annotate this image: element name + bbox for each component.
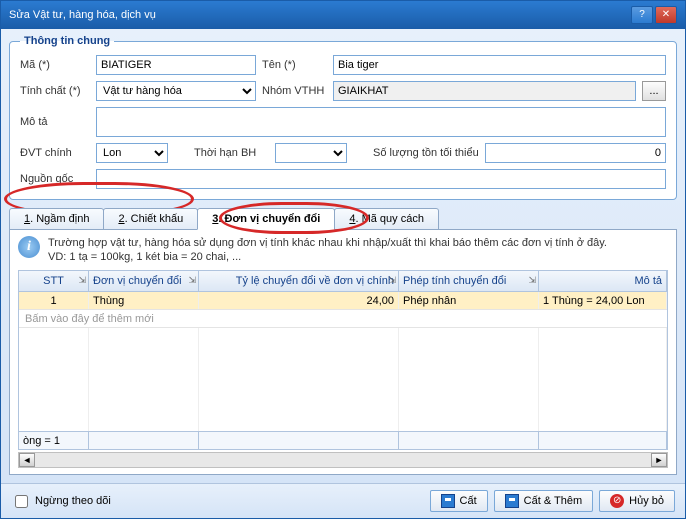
info-row: i Trường hợp vật tư, hàng hóa sử dụng đơ… bbox=[10, 230, 676, 270]
cancel-button[interactable]: ⊘ Hủy bỏ bbox=[599, 490, 675, 512]
tab-maquycach[interactable]: 4. Mã quy cách bbox=[334, 208, 439, 229]
tinhchat-select[interactable]: Vật tư hàng hóa bbox=[96, 81, 256, 101]
thbh-label: Thời hạn BH bbox=[194, 147, 269, 159]
tab-panel: i Trường hợp vật tư, hàng hóa sử dụng đơ… bbox=[9, 230, 677, 475]
col-stt[interactable]: STT⇲ bbox=[19, 271, 89, 291]
general-info-group: Thông tin chung Mã (*) Tên (*) Tính chất… bbox=[9, 35, 677, 200]
sltt-label: Số lượng tồn tối thiểu bbox=[373, 147, 479, 159]
titlebar: Sửa Vật tư, hàng hóa, dịch vụ ? ✕ bbox=[1, 1, 685, 29]
pin-icon: ⇲ bbox=[188, 275, 196, 286]
ma-label: Mã (*) bbox=[20, 59, 90, 71]
grid-status-bar: òng = 1 bbox=[19, 431, 667, 449]
window-title: Sửa Vật tư, hàng hóa, dịch vụ bbox=[9, 9, 629, 21]
col-dv[interactable]: Đơn vị chuyển đổi⇲ bbox=[89, 271, 199, 291]
info-icon: i bbox=[18, 236, 40, 258]
tab-strip: 1. Ngầm định 2. Chiết khấu 3. Đơn vị chu… bbox=[9, 208, 677, 230]
pin-icon: ⇲ bbox=[388, 275, 396, 286]
table-row[interactable]: 1 Thùng 24,00 Phép nhân 1 Thùng = 24,00 … bbox=[19, 292, 667, 310]
nguon-label: Nguồn gốc bbox=[20, 173, 90, 185]
tab-donvichuyendoi[interactable]: 3. Đơn vị chuyển đổi bbox=[197, 208, 335, 230]
stop-tracking-checkbox[interactable]: Ngừng theo dõi bbox=[11, 492, 111, 511]
ten-label: Tên (*) bbox=[262, 59, 327, 71]
save-icon bbox=[441, 494, 455, 508]
pin-icon: ⇲ bbox=[528, 275, 536, 286]
grid-empty bbox=[19, 328, 667, 431]
col-mt[interactable]: Mô tả bbox=[539, 271, 667, 291]
nhom-label: Nhóm VTHH bbox=[262, 85, 327, 97]
save-button[interactable]: Cất bbox=[430, 490, 488, 512]
tinhchat-label: Tính chất (*) bbox=[20, 85, 90, 97]
col-tl[interactable]: Tỷ lệ chuyển đổi về đơn vị chính⇲ bbox=[199, 271, 399, 291]
cell-pt[interactable]: Phép nhân bbox=[399, 292, 539, 309]
cell-dv[interactable]: Thùng bbox=[89, 292, 199, 309]
dialog-window: Sửa Vật tư, hàng hóa, dịch vụ ? ✕ Thông … bbox=[0, 0, 686, 519]
cell-mt[interactable]: 1 Thùng = 24,00 Lon bbox=[539, 292, 667, 309]
scroll-right-icon[interactable]: ► bbox=[651, 453, 667, 467]
dvt-select[interactable]: Lon bbox=[96, 143, 168, 163]
add-row-hint[interactable]: Bấm vào đây để thêm mới bbox=[19, 310, 667, 328]
horizontal-scrollbar[interactable]: ◄ ► bbox=[18, 452, 668, 468]
content-area: Thông tin chung Mã (*) Tên (*) Tính chất… bbox=[1, 29, 685, 483]
nguon-input[interactable] bbox=[96, 169, 666, 189]
tabs-container: 1. Ngầm định 2. Chiết khấu 3. Đơn vị chu… bbox=[9, 208, 677, 475]
group-legend: Thông tin chung bbox=[20, 35, 114, 47]
dvt-label: ĐVT chính bbox=[20, 147, 90, 159]
cancel-icon: ⊘ bbox=[610, 494, 624, 508]
scroll-left-icon[interactable]: ◄ bbox=[19, 453, 35, 467]
sltt-input[interactable] bbox=[485, 143, 666, 163]
stop-tracking-input[interactable] bbox=[15, 495, 28, 508]
info-text: Trường hợp vật tư, hàng hóa sử dụng đơn … bbox=[48, 236, 607, 264]
footer-bar: Ngừng theo dõi Cất Cất & Thêm ⊘ Hủy bỏ bbox=[1, 483, 685, 518]
pin-icon: ⇲ bbox=[78, 275, 86, 286]
mota-label: Mô tả bbox=[20, 116, 90, 128]
tab-ngamdinh[interactable]: 1. Ngầm định bbox=[9, 208, 104, 229]
mota-input[interactable] bbox=[96, 107, 666, 137]
status-text: òng = 1 bbox=[19, 432, 89, 449]
nhom-browse-button[interactable]: ... bbox=[642, 81, 666, 101]
col-pt[interactable]: Phép tính chuyển đổi⇲ bbox=[399, 271, 539, 291]
thbh-select[interactable] bbox=[275, 143, 347, 163]
cell-stt[interactable]: 1 bbox=[19, 292, 89, 309]
ten-input[interactable] bbox=[333, 55, 666, 75]
save-icon bbox=[505, 494, 519, 508]
ma-input[interactable] bbox=[96, 55, 256, 75]
save-and-add-button[interactable]: Cất & Thêm bbox=[494, 490, 594, 512]
grid-header: STT⇲ Đơn vị chuyển đổi⇲ Tỷ lệ chuyển đổi… bbox=[19, 271, 667, 292]
nhom-input[interactable] bbox=[333, 81, 636, 101]
close-button[interactable]: ✕ bbox=[655, 6, 677, 24]
help-button[interactable]: ? bbox=[631, 6, 653, 24]
conversion-grid[interactable]: STT⇲ Đơn vị chuyển đổi⇲ Tỷ lệ chuyển đổi… bbox=[18, 270, 668, 450]
tab-chietkhau[interactable]: 2. Chiết khấu bbox=[103, 208, 198, 229]
cell-tl[interactable]: 24,00 bbox=[199, 292, 399, 309]
